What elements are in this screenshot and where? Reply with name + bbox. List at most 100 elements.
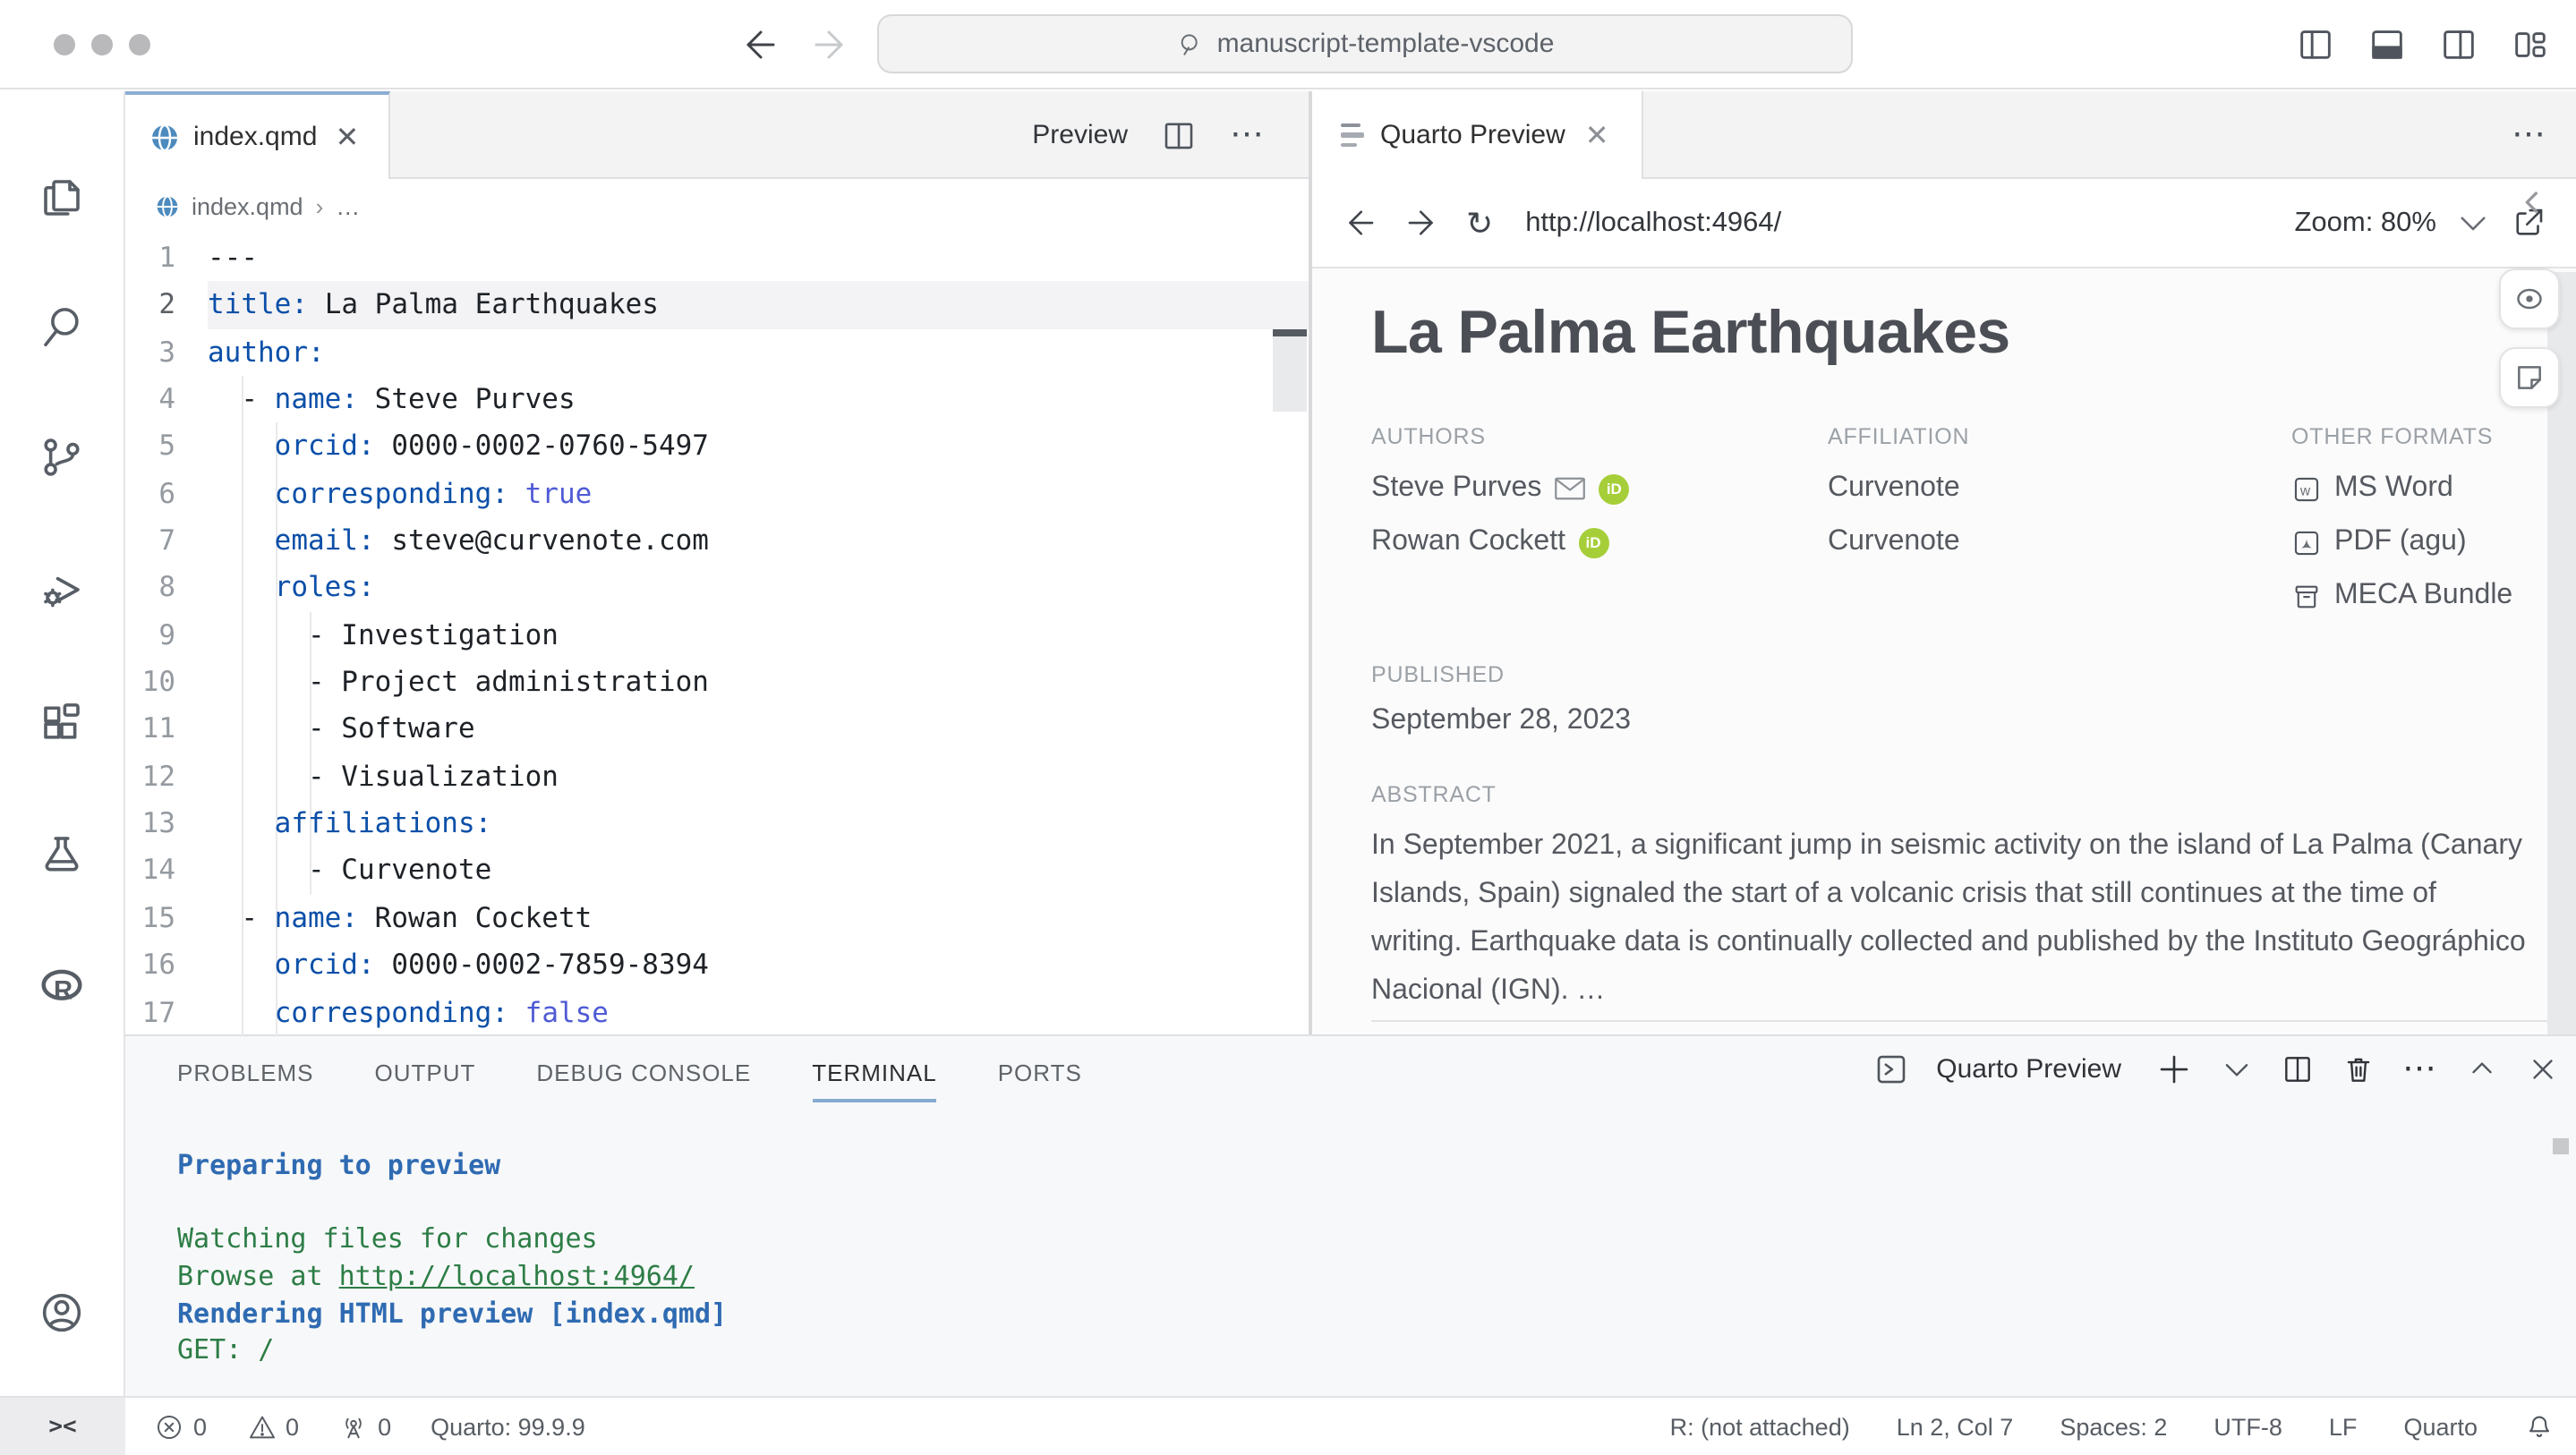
status-encoding[interactable]: UTF-8: [2213, 1413, 2282, 1440]
panel-tab-output[interactable]: OUTPUT: [375, 1059, 476, 1085]
toggle-panel-icon[interactable]: [2367, 23, 2408, 64]
breadcrumb-file[interactable]: index.qmd: [192, 193, 303, 220]
code-line[interactable]: 14 - Curvenote: [125, 847, 1309, 895]
panel-tab-debug-console[interactable]: DEBUG CONSOLE: [536, 1059, 751, 1085]
preview-list-icon: [1341, 123, 1364, 148]
preview-button[interactable]: Preview: [1032, 120, 1128, 150]
more-actions-icon[interactable]: ⋯: [1230, 115, 1266, 156]
minimize-window-icon[interactable]: [91, 34, 113, 55]
breadcrumb-more[interactable]: …: [336, 193, 360, 220]
sidebar-item-testing[interactable]: [0, 807, 124, 900]
code-line[interactable]: 1 ---: [125, 234, 1309, 282]
line-number: 15: [141, 901, 175, 934]
tab-index-qmd[interactable]: index.qmd ✕: [125, 91, 390, 179]
status-r-attach[interactable]: R: (not attached): [1670, 1413, 1850, 1440]
search-label: manuscript-template-vscode: [1216, 29, 1555, 59]
line-number: 12: [141, 760, 175, 793]
split-editor-icon[interactable]: [1160, 116, 1198, 154]
code-line[interactable]: 7 email: steve@curvenote.com: [125, 517, 1309, 565]
code-line[interactable]: 15 - name: Rowan Cockett: [125, 895, 1309, 942]
panel-scrollbar[interactable]: [2553, 1138, 2569, 1154]
code-line[interactable]: 17 corresponding: false: [125, 989, 1309, 1036]
collapse-chevron-icon[interactable]: [2515, 184, 2551, 220]
code-line[interactable]: 11 - Software: [125, 706, 1309, 753]
more-actions-icon[interactable]: ⋯: [2512, 115, 2547, 156]
sidebar-item-search[interactable]: [0, 279, 124, 372]
bell-icon[interactable]: [2524, 1411, 2555, 1442]
toggle-primary-sidebar-icon[interactable]: [2295, 23, 2336, 64]
code-line[interactable]: 2 title: La Palma Earthquakes: [125, 281, 1309, 329]
breadcrumb[interactable]: index.qmd › …: [125, 179, 1309, 234]
close-window-icon[interactable]: [54, 34, 75, 55]
account-button[interactable]: [0, 1265, 124, 1358]
url-field[interactable]: http://localhost:4964/: [1525, 207, 2269, 239]
code-line[interactable]: 8 roles:: [125, 565, 1309, 612]
sidebar-item-extensions[interactable]: [0, 675, 124, 768]
code-line[interactable]: 10 - Project administration: [125, 659, 1309, 706]
panel-tab-ports[interactable]: PORTS: [998, 1059, 1082, 1085]
code-line[interactable]: 9 - Investigation: [125, 612, 1309, 659]
terminal-picker[interactable]: Quarto Preview: [1936, 1054, 2121, 1085]
code-line[interactable]: 12 - Visualization: [125, 753, 1309, 801]
split-terminal-icon[interactable]: [2281, 1052, 2315, 1086]
email-icon: [1555, 477, 1586, 500]
terminal-link[interactable]: http://localhost:4964/: [339, 1260, 695, 1292]
affiliation-heading: AFFILIATION: [1828, 424, 1970, 449]
sidebar-item-run-debug[interactable]: [0, 542, 124, 635]
line-number: 14: [141, 854, 175, 887]
window-controls[interactable]: [54, 34, 150, 55]
toggle-secondary-sidebar-icon[interactable]: [2438, 23, 2479, 64]
radio-tower-icon: [345, 1417, 362, 1438]
remote-indicator[interactable]: ><: [0, 1398, 125, 1455]
back-icon[interactable]: [1341, 204, 1378, 242]
trash-icon[interactable]: [2341, 1052, 2376, 1086]
maximize-window-icon[interactable]: [129, 34, 150, 55]
status-quarto-version[interactable]: Quarto: 99.9.9: [431, 1413, 585, 1440]
sidebar-item-explorer[interactable]: [0, 150, 124, 243]
format-link[interactable]: MECA Bundle: [2291, 569, 2547, 623]
close-icon[interactable]: ✕: [331, 119, 363, 155]
code-line[interactable]: 6 corresponding: true: [125, 470, 1309, 517]
format-link[interactable]: w MS Word: [2291, 462, 2547, 515]
line-number: 4: [158, 383, 175, 416]
tab-label: index.qmd: [193, 122, 318, 152]
notes-button[interactable]: [2499, 347, 2560, 408]
chevron-down-icon[interactable]: [2220, 1052, 2254, 1086]
new-terminal-icon[interactable]: [2155, 1051, 2193, 1088]
panel-tab-terminal[interactable]: TERMINAL: [812, 1059, 937, 1102]
terminal-output[interactable]: Preparing to preview Watching files for …: [177, 1147, 2540, 1396]
status-warning[interactable]: 0: [246, 1411, 299, 1442]
reload-icon[interactable]: ↻: [1466, 207, 1493, 239]
customize-layout-icon[interactable]: [2510, 23, 2551, 64]
code-line[interactable]: 4 - name: Steve Purves: [125, 376, 1309, 423]
status-indentation[interactable]: Spaces: 2: [2060, 1413, 2167, 1440]
chevron-down-icon[interactable]: [2454, 204, 2492, 242]
code-line[interactable]: 16 orcid: 0000-0002-7859-8394: [125, 941, 1309, 989]
status-error[interactable]: 0: [154, 1411, 207, 1442]
panel-tab-problems[interactable]: PROBLEMS: [177, 1059, 314, 1085]
maximize-panel-icon[interactable]: [2465, 1052, 2499, 1086]
status-eol[interactable]: LF: [2329, 1413, 2358, 1440]
sidebar-item-source-control[interactable]: [0, 410, 124, 503]
command-center-search[interactable]: manuscript-template-vscode: [877, 14, 1853, 73]
close-icon[interactable]: ✕: [1582, 117, 1613, 153]
history-back-icon[interactable]: [738, 23, 780, 66]
status-radio-tower[interactable]: 0: [338, 1411, 391, 1442]
formats-heading: OTHER FORMATS: [2291, 424, 2494, 449]
status-language-mode[interactable]: Quarto: [2403, 1413, 2478, 1440]
reader-view-button[interactable]: [2499, 268, 2560, 329]
history-forward-icon[interactable]: [809, 23, 852, 66]
vscode-window: manuscript-template-vscode R index.qmd ✕…: [0, 0, 2576, 1455]
code-line[interactable]: 3 author:: [125, 328, 1309, 376]
affiliation-entry: Curvenote: [1828, 472, 1960, 503]
code-line[interactable]: 13 affiliations:: [125, 800, 1309, 847]
zoom-level[interactable]: Zoom: 80%: [2294, 207, 2436, 239]
status-cursor-position[interactable]: Ln 2, Col 7: [1897, 1413, 2014, 1440]
sidebar-item-r-lang[interactable]: R: [0, 940, 124, 1033]
more-actions-icon[interactable]: ⋯: [2402, 1049, 2438, 1090]
close-panel-icon[interactable]: [2526, 1052, 2560, 1086]
code-line[interactable]: 5 orcid: 0000-0002-0760-5497: [125, 423, 1309, 471]
forward-icon[interactable]: [1403, 204, 1441, 242]
tab-quarto-preview[interactable]: Quarto Preview ✕: [1312, 91, 1643, 179]
format-link[interactable]: PDF (agu): [2291, 515, 2547, 569]
